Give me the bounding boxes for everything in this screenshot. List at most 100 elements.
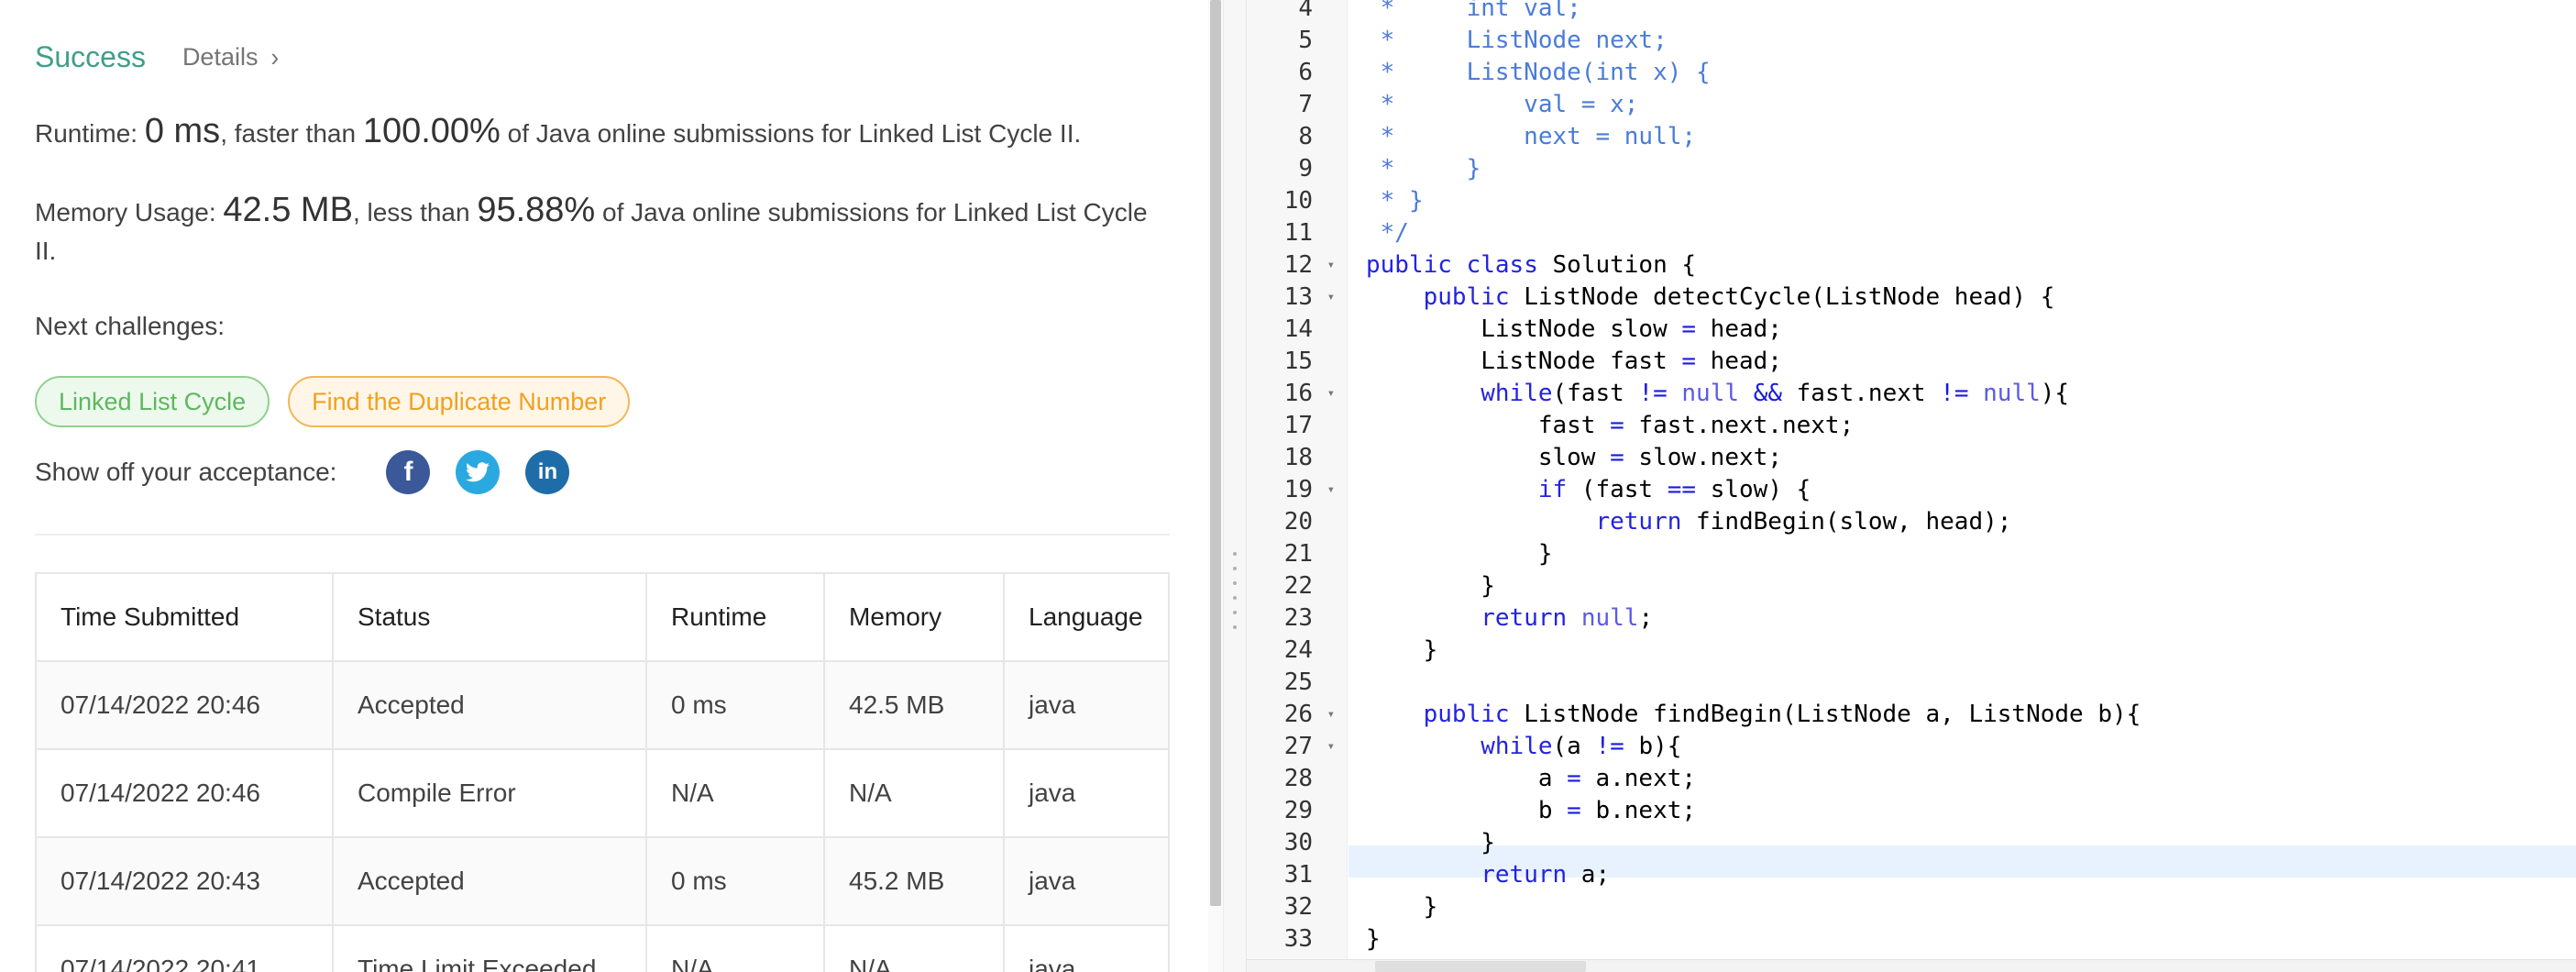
header-time-submitted[interactable]: Time Submitted xyxy=(35,572,334,662)
code-line[interactable]: a = a.next; xyxy=(1366,763,1696,795)
code-line[interactable]: * ListNode next; xyxy=(1366,25,1668,57)
code-line[interactable]: return a; xyxy=(1366,859,1610,891)
cell-status-link[interactable]: Accepted xyxy=(332,660,647,750)
code-line[interactable]: ListNode fast = head; xyxy=(1366,346,1782,378)
cell-runtime: N/A xyxy=(645,924,825,972)
code-line[interactable]: } xyxy=(1366,570,1495,602)
next-challenges: Linked List Cycle Find the Duplicate Num… xyxy=(35,376,648,427)
cell-language: java xyxy=(1003,660,1170,750)
code-line[interactable]: ListNode slow = head; xyxy=(1366,314,1782,346)
challenge-linked-list-cycle[interactable]: Linked List Cycle xyxy=(35,376,270,427)
code-line[interactable]: public ListNode detectCycle(ListNode hea… xyxy=(1366,282,2055,314)
code-line[interactable]: } xyxy=(1366,891,1438,923)
cell-status-link[interactable]: Compile Error xyxy=(332,748,647,838)
memory-value: 42.5 MB xyxy=(223,191,353,229)
submission-result-panel: Success Details › Runtime: 0 ms, faster … xyxy=(0,0,1208,972)
fold-arrow-icon[interactable]: ▾ xyxy=(1327,282,1335,314)
fold-arrow-icon[interactable]: ▾ xyxy=(1327,474,1335,506)
code-line[interactable]: while(fast != null && fast.next != null)… xyxy=(1366,378,2069,410)
fold-arrow-icon[interactable]: ▾ xyxy=(1327,699,1335,731)
code-line[interactable]: } xyxy=(1366,538,1553,570)
share-row: Show off your acceptance: f in xyxy=(35,449,595,495)
submissions-table: Time Submitted Status Runtime Memory Lan… xyxy=(35,572,1170,972)
cell-status-link[interactable]: Time Limit Exceeded xyxy=(332,924,647,972)
code-line[interactable]: public ListNode findBegin(ListNode a, Li… xyxy=(1366,699,2141,731)
header-runtime[interactable]: Runtime xyxy=(645,572,825,662)
details-link[interactable]: Details › xyxy=(182,40,280,72)
table-header-row: Time Submitted Status Runtime Memory Lan… xyxy=(35,572,1170,662)
code-line[interactable]: } xyxy=(1366,635,1438,667)
line-number: 31 xyxy=(1283,861,1313,889)
code-line[interactable]: return null; xyxy=(1366,602,1653,635)
code-line[interactable]: * val = x; xyxy=(1366,89,1639,121)
cell-time: 07/14/2022 20:41 xyxy=(35,924,334,972)
code-line[interactable]: public class Solution { xyxy=(1366,249,1696,282)
code-line[interactable]: return findBegin(slow, head); xyxy=(1366,506,2011,538)
code-line[interactable]: while(a != b){ xyxy=(1366,731,1681,763)
line-number: 6 xyxy=(1298,59,1313,86)
left-panel-scroll-thumb[interactable] xyxy=(1210,0,1221,906)
editor-horizontal-scroll-thumb[interactable] xyxy=(1375,961,1586,972)
code-line[interactable]: } xyxy=(1366,923,1381,955)
code-line[interactable]: b = b.next; xyxy=(1366,795,1696,827)
runtime-mid: , faster than xyxy=(220,119,363,148)
grip-dot xyxy=(1233,552,1237,556)
code-line[interactable]: } xyxy=(1366,827,1495,859)
table-row: 07/14/2022 20:46 Accepted 0 ms 42.5 MB j… xyxy=(35,660,1170,750)
line-number: 5 xyxy=(1298,27,1313,54)
cell-time: 07/14/2022 20:46 xyxy=(35,748,334,838)
cell-runtime: 0 ms xyxy=(645,836,825,926)
grip-dot xyxy=(1233,596,1237,600)
code-line[interactable]: * next = null; xyxy=(1366,121,1696,153)
code-line[interactable]: */ xyxy=(1366,217,1409,249)
header-status[interactable]: Status xyxy=(332,572,647,662)
memory-percentile: 95.88% xyxy=(477,191,596,229)
chevron-right-icon: › xyxy=(270,40,280,72)
line-number: 24 xyxy=(1283,636,1313,664)
line-number: 21 xyxy=(1283,540,1313,568)
cell-language: java xyxy=(1003,836,1170,926)
challenge-find-duplicate-number[interactable]: Find the Duplicate Number xyxy=(288,376,631,427)
line-number: 18 xyxy=(1283,444,1313,471)
cell-memory: 42.5 MB xyxy=(823,660,1005,750)
code-line[interactable]: * } xyxy=(1366,185,1424,217)
runtime-stat: Runtime: 0 ms, faster than 100.00% of Ja… xyxy=(35,112,1172,153)
line-number: 11 xyxy=(1283,219,1313,247)
header-language[interactable]: Language xyxy=(1003,572,1170,662)
grip-dot xyxy=(1233,625,1237,629)
cell-status-link[interactable]: Accepted xyxy=(332,836,647,926)
code-editor[interactable]: 4 5 6 7 8 9 10 11 12 ▾ 13 ▾ 14 15 16 ▾ 17 18 19 ▾ 20 21 22 23 24… xyxy=(1247,0,2576,972)
runtime-value: 0 ms xyxy=(144,112,221,150)
line-number: 17 xyxy=(1283,412,1313,439)
cell-memory: 45.2 MB xyxy=(823,836,1005,926)
line-number: 28 xyxy=(1283,765,1313,792)
status-row: Success Details › xyxy=(35,37,279,77)
details-label: Details xyxy=(182,42,259,71)
code-line[interactable]: * } xyxy=(1366,153,1481,185)
line-number: 10 xyxy=(1283,187,1313,215)
fold-arrow-icon[interactable]: ▾ xyxy=(1327,731,1335,763)
code-line[interactable]: slow = slow.next; xyxy=(1366,442,1782,474)
fold-arrow-icon[interactable]: ▾ xyxy=(1327,378,1335,410)
line-number: 16 ▾ xyxy=(1247,378,1348,410)
fold-arrow-icon[interactable]: ▾ xyxy=(1327,249,1335,282)
header-memory[interactable]: Memory xyxy=(823,572,1005,662)
panel-splitter-handle[interactable] xyxy=(1223,0,1247,972)
line-number: 27 ▾ xyxy=(1247,731,1348,763)
section-divider xyxy=(35,534,1170,536)
code-line[interactable]: if (fast == slow) { xyxy=(1366,474,1811,506)
twitter-icon[interactable] xyxy=(456,450,501,494)
line-number: 30 xyxy=(1283,829,1313,856)
linkedin-icon[interactable]: in xyxy=(525,450,570,494)
code-line[interactable]: * ListNode(int x) { xyxy=(1366,57,1711,89)
facebook-icon[interactable]: f xyxy=(386,450,431,494)
table-row: 07/14/2022 20:46 Compile Error N/A N/A j… xyxy=(35,748,1170,838)
cell-memory: N/A xyxy=(823,748,1005,838)
line-number: 12 ▾ xyxy=(1247,249,1348,282)
cell-runtime: 0 ms xyxy=(645,660,825,750)
next-challenges-label: Next challenges: xyxy=(35,312,226,340)
memory-mid: , less than xyxy=(352,198,478,226)
code-line[interactable]: fast = fast.next.next; xyxy=(1366,410,1854,442)
line-number: 25 xyxy=(1283,668,1313,696)
code-line[interactable]: * int val; xyxy=(1366,0,1581,25)
